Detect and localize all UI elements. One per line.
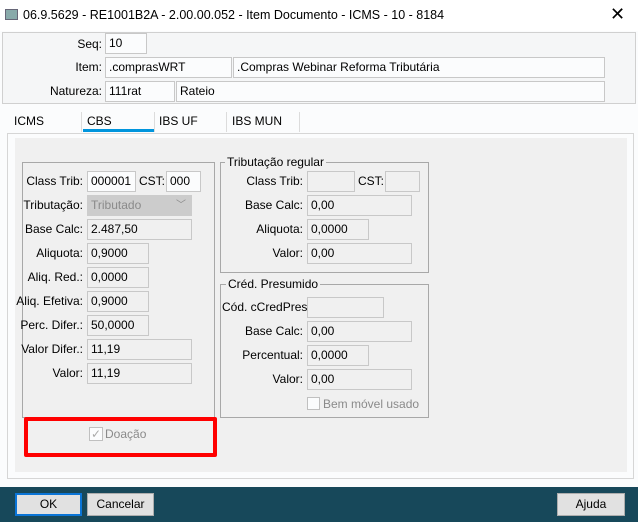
aliquota-label: Aliquota: [36,246,83,260]
regular-aliquota-label: Aliquota: [256,222,303,236]
percentual-field[interactable]: 0,0000 [307,345,369,366]
tributacao-value: Tributado [91,198,142,212]
seq-field[interactable]: 10 [105,33,147,54]
tab-divider [154,112,155,132]
regular-base-calc-label: Base Calc: [244,198,303,212]
cst-field[interactable]: 000 [166,171,201,192]
seq-label: Seq: [77,37,102,51]
regular-base-calc-field[interactable]: 0,00 [307,195,412,216]
doacao-checkbox[interactable]: ✓ [89,427,103,441]
presumido-base-calc-field[interactable]: 0,00 [307,321,412,342]
bem-movel-label: Bem móvel usado [323,397,420,411]
tab-icms[interactable]: ICMS [14,113,44,129]
cred-presumido-title: Créd. Presumido [226,277,321,291]
aliquota-field[interactable]: 0,9000 [87,243,149,264]
regular-aliquota-field[interactable]: 0,0000 [307,219,369,240]
tab-divider [226,112,227,132]
natureza-desc-field[interactable]: Rateio [176,81,605,102]
valor-difer-label: Valor Difer.: [21,342,83,356]
tab-ibs-mun[interactable]: IBS MUN [232,113,282,129]
perc-difer-field[interactable]: 50,0000 [87,315,149,336]
app-icon [5,9,18,20]
tab-divider [81,112,82,132]
regular-class-trib-field[interactable] [307,171,355,192]
presumido-valor-label: Valor: [272,372,303,386]
item-label: Item: [75,60,102,74]
chevron-down-icon: ﹀ [176,200,186,211]
close-icon[interactable]: ✕ [610,4,625,25]
help-button[interactable]: Ajuda [557,493,625,516]
natureza-label: Natureza: [49,84,102,98]
doacao-label: Doação [105,427,147,441]
window-title: 06.9.5629 - RE1001B2A - 2.00.00.052 - It… [23,8,445,22]
base-calc-label: Base Calc: [24,222,83,236]
aliq-red-label: Aliq. Red.: [27,270,83,284]
valor-label: Valor: [52,366,83,380]
presumido-valor-field[interactable]: 0,00 [307,369,412,390]
regular-cst-field[interactable] [385,171,420,192]
aliq-red-field[interactable]: 0,0000 [87,267,149,288]
tributacao-label: Tributação: [23,198,83,212]
tab-divider [299,112,300,132]
class-trib-field[interactable]: 000001 [87,171,136,192]
item-code-field[interactable]: .comprasWRT [105,57,232,78]
valor-field[interactable]: 11,19 [87,363,192,384]
valor-difer-field[interactable]: 11,19 [87,339,192,360]
aliq-efetiva-field[interactable]: 0,9000 [87,291,149,312]
class-trib-label: Class Trib: [26,174,83,188]
tab-cbs[interactable]: CBS [87,113,112,129]
perc-difer-label: Perc. Difer.: [20,318,83,332]
tab-ibs-uf[interactable]: IBS UF [159,113,198,129]
cod-ccredpres-label: Cód. cCredPres: [222,300,311,314]
cod-ccredpres-field[interactable] [307,297,384,318]
aliq-efetiva-label: Aliq. Efetiva: [16,294,83,308]
regular-valor-field[interactable]: 0,00 [307,243,412,264]
natureza-code-field[interactable]: 111rat [105,81,175,102]
percentual-label: Percentual: [242,348,303,362]
cancel-button[interactable]: Cancelar [87,493,154,516]
bem-movel-checkbox[interactable] [307,397,320,410]
item-desc-field[interactable]: .Compras Webinar Reforma Tributária [233,57,605,78]
title-bar: 06.9.5629 - RE1001B2A - 2.00.00.052 - It… [0,0,638,31]
regular-cst-label: CST: [358,174,385,188]
cst-label: CST: [139,174,166,188]
ok-button[interactable]: OK [15,493,82,516]
tributacao-select[interactable]: Tributado ﹀ [87,195,192,216]
base-calc-field[interactable]: 2.487,50 [87,219,192,240]
regular-class-trib-label: Class Trib: [246,174,303,188]
tributacao-regular-title: Tributação regular [225,155,326,169]
regular-valor-label: Valor: [272,246,303,260]
active-tab-indicator [83,129,155,132]
presumido-base-calc-label: Base Calc: [244,324,303,338]
